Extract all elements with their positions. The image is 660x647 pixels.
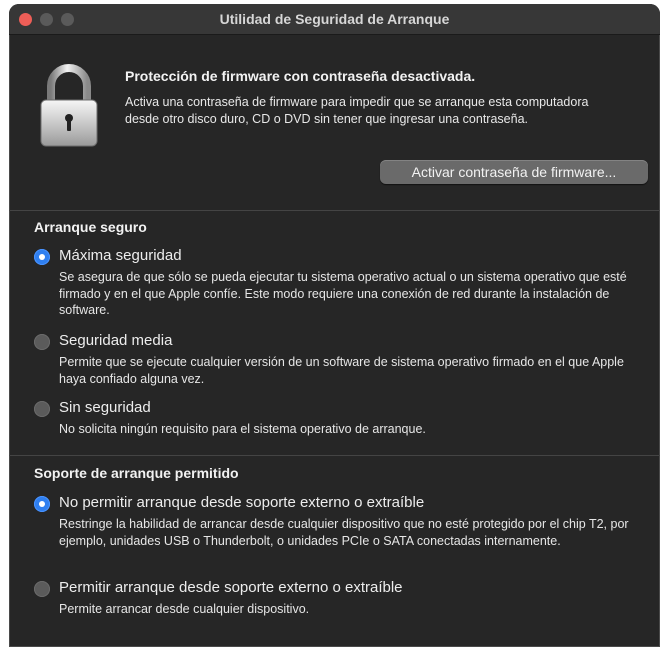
option-label[interactable]: Seguridad media: [59, 332, 172, 349]
startup-security-window: Utilidad de Seguridad de Arranque Protec…: [9, 4, 660, 647]
firmware-status-heading: Protección de firmware con contraseña de…: [125, 68, 476, 84]
option-label[interactable]: No permitir arranque desde soporte exter…: [59, 494, 424, 511]
firmware-description: Activa una contraseña de firmware para i…: [125, 95, 589, 126]
external-boot-title: Soporte de arranque permitido: [34, 465, 239, 481]
lock-icon: [40, 64, 98, 147]
radio-button[interactable]: [34, 401, 50, 417]
divider: [9, 455, 660, 456]
option-description: Restringe la habilidad de arrancar desde…: [59, 517, 629, 548]
radio-button[interactable]: [34, 334, 50, 350]
option-description: Se asegura de que sólo se pueda ejecutar…: [59, 270, 627, 317]
option-label[interactable]: Máxima seguridad: [59, 247, 182, 264]
enable-firmware-password-button[interactable]: Activar contraseña de firmware...: [380, 160, 648, 184]
window-title: Utilidad de Seguridad de Arranque: [219, 11, 450, 27]
option-label[interactable]: Permitir arranque desde soporte externo …: [59, 579, 403, 596]
radio-button[interactable]: [34, 581, 50, 597]
option-description: Permite que se ejecute cualquier versión…: [59, 355, 624, 386]
option-description: No solicita ningún requisito para el sis…: [59, 422, 426, 436]
option-description: Permite arrancar desde cualquier disposi…: [59, 602, 310, 616]
option-label[interactable]: Sin seguridad: [59, 399, 151, 416]
divider: [9, 210, 660, 211]
title-bar: Utilidad de Seguridad de Arranque: [9, 4, 660, 35]
secure-boot-title: Arranque seguro: [34, 219, 147, 235]
radio-button[interactable]: [34, 249, 50, 265]
radio-button[interactable]: [34, 496, 50, 512]
